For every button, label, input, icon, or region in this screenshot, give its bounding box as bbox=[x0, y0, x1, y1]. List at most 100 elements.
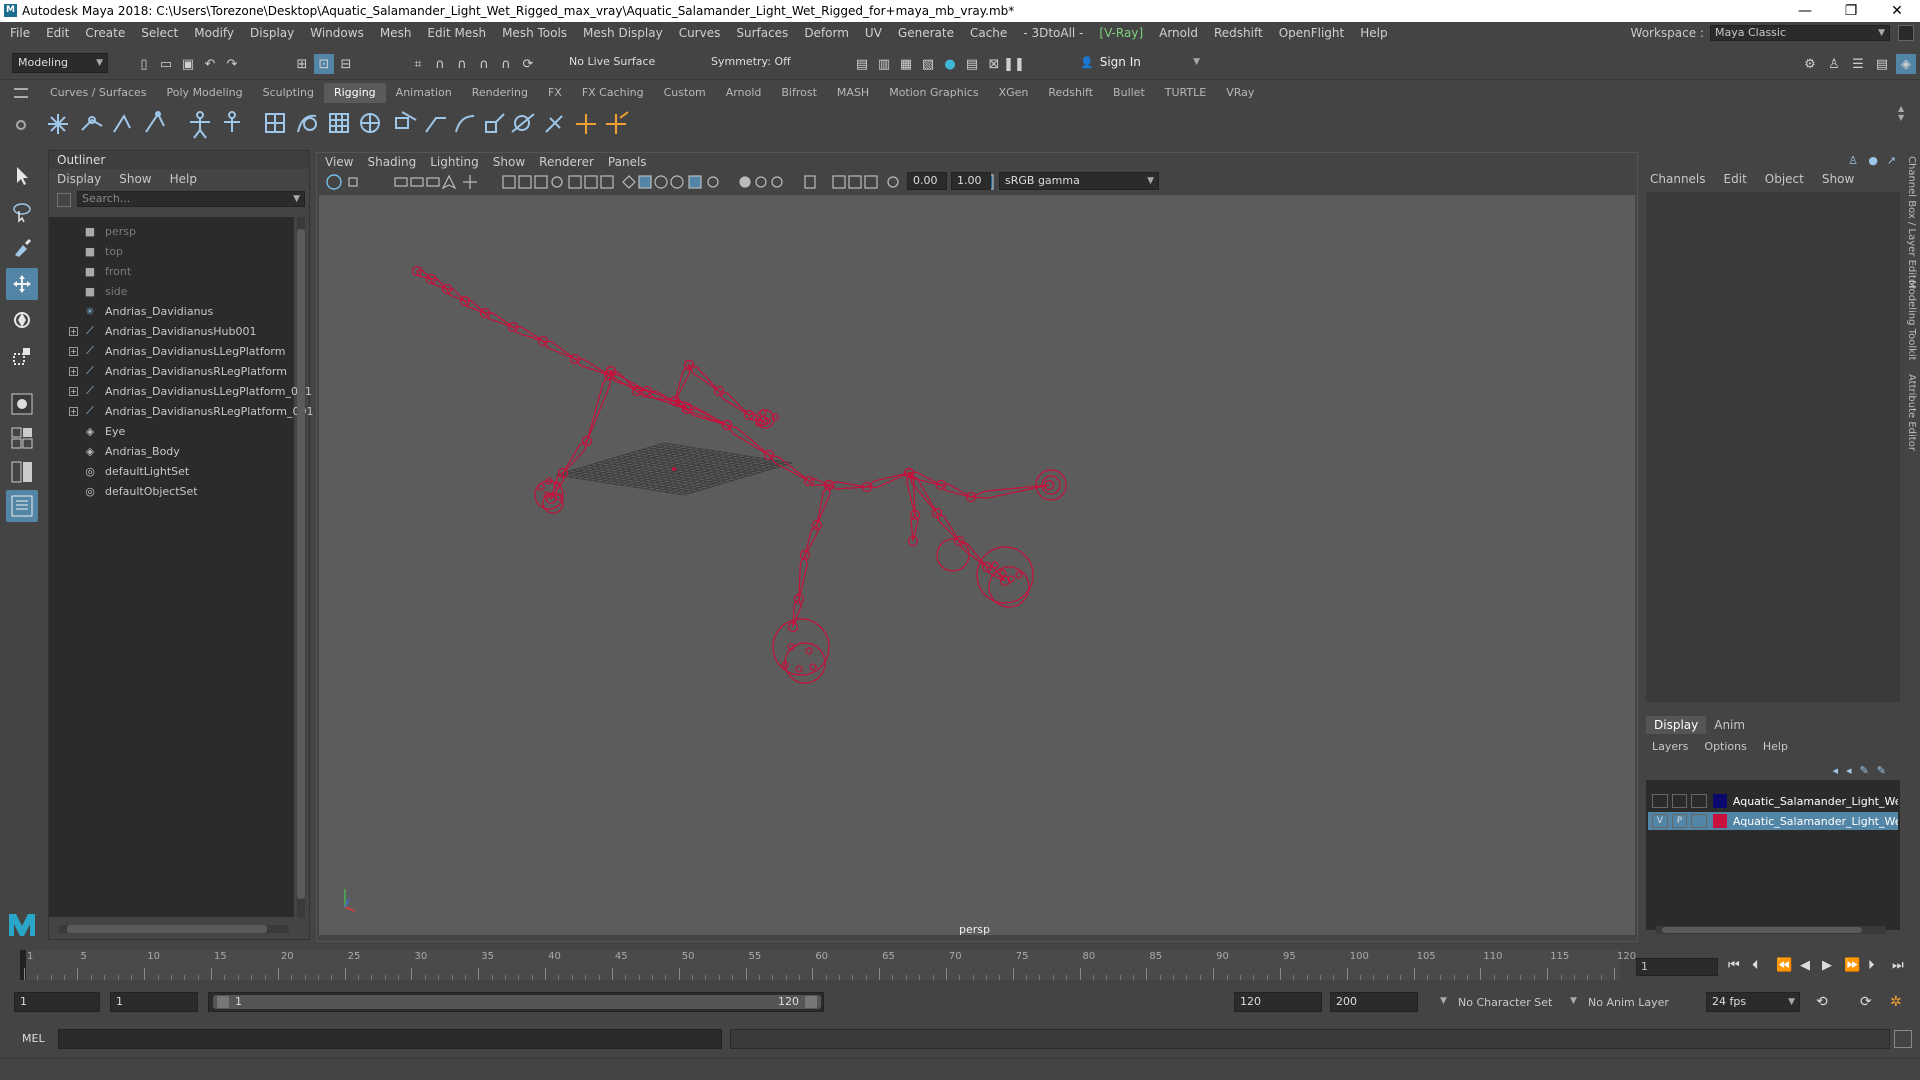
resolution-gate-icon[interactable] bbox=[534, 175, 548, 189]
step-forward-frame-icon[interactable]: ⏵ bbox=[1868, 958, 1875, 973]
current-time-indicator[interactable] bbox=[20, 950, 26, 980]
joint[interactable] bbox=[999, 569, 1007, 577]
shelf-menu-icon[interactable] bbox=[14, 88, 28, 98]
range-start-handle[interactable] bbox=[217, 996, 229, 1008]
head-control[interactable] bbox=[1035, 469, 1067, 501]
default-material-icon[interactable] bbox=[654, 175, 668, 189]
joint[interactable] bbox=[1015, 571, 1023, 579]
bone[interactable] bbox=[687, 364, 720, 392]
shelf-tab-mash[interactable]: MASH bbox=[827, 83, 879, 103]
step-back-key-icon[interactable]: ⏪ bbox=[1776, 958, 1792, 973]
viewport-menu-panels[interactable]: Panels bbox=[608, 155, 647, 169]
sign-in-button[interactable]: 👤 Sign In ▼ bbox=[1080, 52, 1200, 72]
salamander-rig[interactable] bbox=[411, 265, 1067, 684]
animation-end-field[interactable]: 200 bbox=[1330, 992, 1418, 1012]
fps-dropdown[interactable]: 24 fps ▼ bbox=[1706, 992, 1800, 1012]
symmetry-field[interactable]: Symmetry: Off bbox=[706, 53, 806, 73]
layer-reference-toggle[interactable] bbox=[1691, 794, 1708, 808]
command-input[interactable] bbox=[58, 1029, 722, 1049]
shelf-tab-animation[interactable]: Animation bbox=[386, 83, 462, 103]
chevron-down-icon[interactable]: ▼ bbox=[1440, 996, 1447, 1006]
ipr-icon[interactable]: ⊠ bbox=[984, 54, 1004, 74]
bone[interactable] bbox=[725, 423, 770, 456]
viewport-menu-show[interactable]: Show bbox=[493, 155, 525, 169]
playback-start-field[interactable]: 1 bbox=[110, 992, 198, 1012]
shelf-tab-curves-surfaces[interactable]: Curves / Surfaces bbox=[40, 83, 157, 103]
image-plane-icon[interactable] bbox=[410, 177, 424, 187]
step-back-frame-icon[interactable]: ⏴ bbox=[1752, 958, 1759, 973]
safe-action-icon[interactable] bbox=[584, 175, 598, 189]
texture-icon[interactable] bbox=[848, 175, 862, 189]
animation-start-field[interactable]: 1 bbox=[14, 992, 100, 1012]
layer-menu-layers[interactable]: Layers bbox=[1652, 740, 1688, 753]
layer-visibility-toggle[interactable]: V bbox=[1652, 814, 1668, 828]
insert-joint-icon[interactable] bbox=[145, 111, 165, 133]
channel-box-menu-object[interactable]: Object bbox=[1765, 172, 1804, 186]
smooth-shade-icon[interactable] bbox=[638, 175, 652, 189]
scene-view[interactable] bbox=[319, 195, 1635, 935]
select-object-icon[interactable]: ⊡ bbox=[314, 54, 334, 74]
bone[interactable] bbox=[865, 472, 910, 489]
layer-list-scrollbar[interactable] bbox=[1656, 926, 1886, 934]
pole-vector-icon[interactable] bbox=[545, 115, 563, 133]
shelf-tab-fx-caching[interactable]: FX Caching bbox=[572, 83, 654, 103]
outliner-item-eye[interactable]: ◈ Eye bbox=[49, 421, 294, 441]
film-gate-icon[interactable] bbox=[518, 175, 532, 189]
modeling-toolkit-icon[interactable]: ⚙ bbox=[1800, 54, 1820, 74]
attribute-editor-icon[interactable]: ☰ bbox=[1848, 54, 1868, 74]
xray-icon[interactable] bbox=[670, 175, 684, 189]
shelf-tab-custom[interactable]: Custom bbox=[654, 83, 716, 103]
menu-v-ray[interactable]: [V-Ray] bbox=[1091, 26, 1151, 40]
menu-arnold[interactable]: Arnold bbox=[1151, 26, 1206, 40]
layer-menu-options[interactable]: Options bbox=[1704, 740, 1746, 753]
shelf-scroll-icon[interactable]: ▲ ▼ bbox=[1898, 104, 1904, 122]
new-layer-from-selection-icon[interactable]: ✎ bbox=[1877, 764, 1886, 777]
rotate-tool-icon[interactable] bbox=[6, 304, 38, 336]
outliner-horizontal-scrollbar[interactable] bbox=[59, 925, 289, 933]
menu-mesh-display[interactable]: Mesh Display bbox=[575, 26, 671, 40]
select-tool-icon[interactable] bbox=[6, 160, 38, 192]
shelf-tab-poly-modeling[interactable]: Poly Modeling bbox=[157, 83, 253, 103]
bone[interactable] bbox=[464, 299, 486, 314]
outliner-item-andrias-davidianusllegplatform-001[interactable]: + ⟋ Andrias_DavidianusLLegPlatform_001 bbox=[49, 381, 312, 401]
channel-box-menu-channels[interactable]: Channels bbox=[1650, 172, 1706, 186]
bone[interactable] bbox=[573, 358, 610, 376]
layer-playback-toggle[interactable] bbox=[1671, 794, 1688, 808]
viewport-canvas[interactable]: persp bbox=[319, 195, 1635, 936]
outliner-item-front[interactable]: ■ front bbox=[49, 261, 294, 281]
snap-view-icon[interactable]: ∩ bbox=[474, 54, 494, 74]
current-frame-field[interactable]: 1 bbox=[1636, 958, 1718, 976]
outliner-item-andrias-davidianusrlegplatform[interactable]: + ⟋ Andrias_DavidianusRLegPlatform bbox=[49, 361, 294, 381]
layer-reference-toggle[interactable] bbox=[1691, 814, 1708, 828]
menu-uv[interactable]: UV bbox=[857, 26, 890, 40]
expand-icon[interactable]: + bbox=[69, 366, 78, 376]
viewport-menu-lighting[interactable]: Lighting bbox=[430, 155, 479, 169]
outliner-search-input[interactable]: Search... ▼ bbox=[77, 191, 305, 207]
menu-3dtoall[interactable]: - 3DtoAll - bbox=[1015, 26, 1091, 40]
play-forwards-icon[interactable]: ▶ bbox=[1822, 958, 1832, 973]
new-scene-icon[interactable]: ▯ bbox=[134, 54, 154, 74]
joint[interactable] bbox=[805, 647, 813, 655]
select-camera-icon[interactable] bbox=[326, 174, 342, 190]
new-layer-icon[interactable]: ✎ bbox=[1860, 764, 1869, 777]
move-layer-up-icon[interactable]: ◂ bbox=[1833, 764, 1839, 777]
foot-control[interactable] bbox=[936, 538, 970, 572]
outliner-menu-show[interactable]: Show bbox=[119, 172, 151, 186]
humanik-icon[interactable] bbox=[224, 111, 240, 132]
channel-box-menu-show[interactable]: Show bbox=[1822, 172, 1854, 186]
isolate-select-icon[interactable] bbox=[804, 175, 816, 189]
undo-icon[interactable]: ↶ bbox=[200, 54, 220, 74]
layer-playback-toggle[interactable]: P bbox=[1671, 814, 1688, 828]
snap-grid-icon[interactable]: ⌗ bbox=[408, 54, 428, 74]
character-controls-icon[interactable]: ♙ bbox=[1824, 54, 1844, 74]
wireframe-icon[interactable] bbox=[502, 175, 516, 189]
outliner-item-defaultlightset[interactable]: ◎ defaultLightSet bbox=[49, 461, 294, 481]
gamma-field[interactable]: 1.00 bbox=[951, 172, 991, 190]
menu-set-dropdown[interactable]: Modeling ▼ bbox=[12, 53, 108, 73]
expand-icon[interactable]: + bbox=[69, 386, 78, 396]
display-layer-row[interactable]: V P Aquatic_Salamander_Light_We bbox=[1648, 812, 1898, 830]
outliner-item-defaultobjectset[interactable]: ◎ defaultObjectSet bbox=[49, 481, 294, 501]
go-to-start-icon[interactable]: ⏮ bbox=[1728, 958, 1740, 973]
shelf-tab-vray[interactable]: VRay bbox=[1216, 83, 1264, 103]
channel-box-menu-edit[interactable]: Edit bbox=[1724, 172, 1747, 186]
